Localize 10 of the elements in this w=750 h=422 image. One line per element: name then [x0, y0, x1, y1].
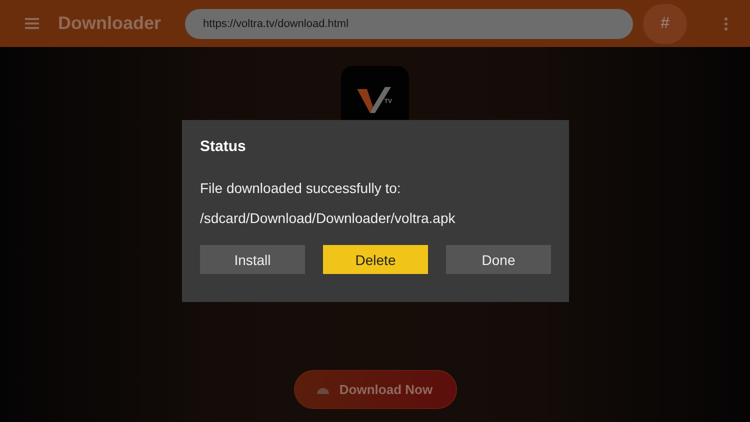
- dialog-title: Status: [200, 138, 247, 155]
- dialog-message: File downloaded successfully to:: [200, 180, 402, 196]
- more-icon[interactable]: [724, 16, 728, 30]
- menu-icon[interactable]: [25, 18, 39, 29]
- app-title: Downloader: [58, 13, 162, 34]
- url-field[interactable]: https://voltra.tv/download.html: [185, 8, 634, 38]
- dialog-button[interactable]: Install: [200, 245, 305, 274]
- dialog-button[interactable]: Done: [446, 245, 551, 274]
- file-path: /sdcard/Download/Downloader/voltra.apk: [200, 210, 456, 226]
- dialog-button[interactable]: Delete: [323, 245, 428, 274]
